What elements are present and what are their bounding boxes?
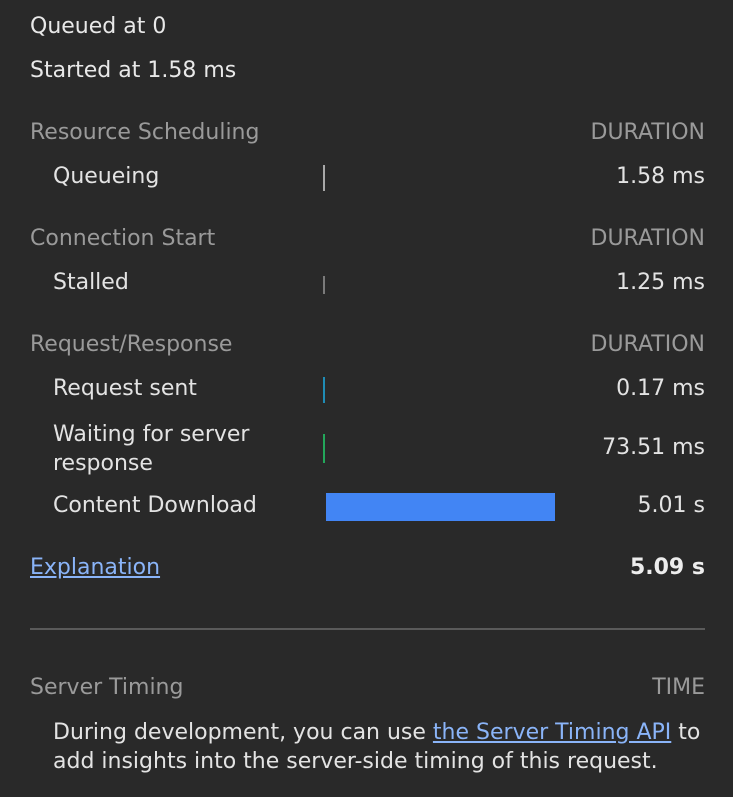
timing-value-queueing: 1.58 ms bbox=[616, 164, 705, 189]
timing-value-waiting: 73.51 ms bbox=[602, 435, 705, 460]
time-header: TIME bbox=[652, 675, 705, 700]
server-timing-text-before: During development, you can use bbox=[53, 720, 433, 745]
server-timing-description: During development, you can use the Serv… bbox=[53, 718, 713, 776]
timing-label-waiting: Waiting for server response bbox=[53, 422, 250, 476]
timing-value-request-sent: 0.17 ms bbox=[616, 376, 705, 401]
section-title-request-response: Request/Response bbox=[30, 332, 233, 357]
server-timing-api-link[interactable]: the Server Timing API bbox=[433, 720, 671, 745]
timing-label-content-download: Content Download bbox=[53, 493, 257, 518]
timing-label-request-sent: Request sent bbox=[53, 376, 197, 401]
timing-bar-queueing bbox=[323, 165, 325, 191]
timing-bar-content-download bbox=[326, 493, 555, 521]
section-title-resource-scheduling: Resource Scheduling bbox=[30, 120, 260, 145]
queued-at-text: Queued at 0 bbox=[30, 14, 167, 39]
duration-header: DURATION bbox=[590, 120, 705, 145]
timing-label-queueing: Queueing bbox=[53, 164, 160, 189]
timing-bar-request-sent bbox=[323, 377, 325, 403]
timing-bar-stalled bbox=[323, 276, 325, 294]
timing-bar-waiting bbox=[323, 434, 325, 463]
duration-header: DURATION bbox=[590, 226, 705, 251]
timing-value-stalled: 1.25 ms bbox=[616, 270, 705, 295]
timing-value-content-download: 5.01 s bbox=[637, 493, 705, 518]
started-at-text: Started at 1.58 ms bbox=[30, 58, 237, 83]
duration-header: DURATION bbox=[590, 332, 705, 357]
timing-label-stalled: Stalled bbox=[53, 270, 129, 295]
divider bbox=[30, 628, 705, 630]
section-title-server-timing: Server Timing bbox=[30, 675, 184, 700]
section-title-connection-start: Connection Start bbox=[30, 226, 216, 251]
explanation-link[interactable]: Explanation bbox=[30, 555, 160, 580]
total-duration: 5.09 s bbox=[629, 555, 705, 580]
